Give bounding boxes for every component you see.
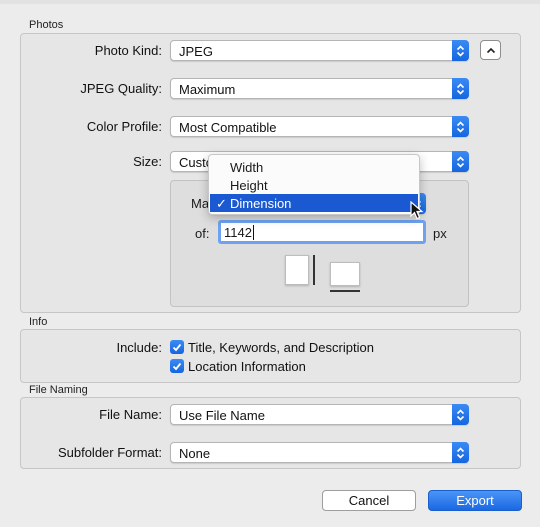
export-button[interactable]: Export (428, 490, 522, 511)
up-down-chevron-icon (452, 151, 469, 172)
mouse-pointer-icon (410, 201, 424, 220)
portrait-orientation-icon[interactable] (285, 255, 309, 285)
landscape-indicator-bar (330, 290, 360, 292)
location-checkbox[interactable] (170, 359, 184, 373)
subfolder-format-popup[interactable]: None (170, 442, 469, 463)
of-label: of: (195, 226, 210, 241)
subfolder-format-label: Subfolder Format: (57, 445, 162, 460)
checkmark-icon: ✓ (216, 196, 227, 211)
color-profile-popup[interactable]: Most Compatible (170, 116, 469, 137)
cancel-button[interactable]: Cancel (322, 490, 416, 511)
unit-label: px (433, 226, 447, 241)
dimension-input[interactable]: 1142 (218, 220, 426, 244)
window-top-edge (0, 0, 540, 4)
landscape-orientation-icon[interactable] (330, 262, 360, 286)
title-keywords-label: Title, Keywords, and Description (188, 340, 374, 355)
location-label: Location Information (188, 359, 306, 374)
title-keywords-checkbox[interactable] (170, 340, 184, 354)
up-down-chevron-icon (452, 40, 469, 61)
text-caret (253, 225, 254, 240)
up-down-chevron-icon (452, 442, 469, 463)
checkmark-icon (172, 362, 182, 370)
photo-kind-label: Photo Kind: (94, 43, 162, 58)
max-label: Ma (191, 196, 210, 211)
menu-item-label: Width (230, 160, 264, 175)
file-name-popup[interactable]: Use File Name (170, 404, 469, 425)
photo-kind-popup[interactable]: JPEG (170, 40, 469, 61)
jpeg-quality-label: JPEG Quality: (80, 81, 162, 96)
checkmark-icon (172, 343, 182, 351)
color-profile-value: Most Compatible (179, 120, 277, 135)
dimension-value: 1142 (224, 225, 252, 240)
jpeg-quality-value: Maximum (179, 82, 236, 97)
file-name-value: Use File Name (179, 408, 265, 423)
file-naming-section-title: File Naming (29, 384, 88, 396)
menu-item-label: Dimension (230, 196, 292, 211)
subfolder-format-value: None (179, 446, 211, 461)
size-label: Size: (133, 154, 162, 169)
menu-item-height[interactable]: Height (210, 176, 418, 194)
up-down-chevron-icon (452, 78, 469, 99)
menu-item-dimension[interactable]: ✓ Dimension (210, 194, 418, 212)
up-down-chevron-icon (452, 404, 469, 425)
chevron-up-icon (486, 47, 495, 53)
include-label: Include: (116, 340, 162, 355)
dimension-menu: Width Height ✓ Dimension (208, 154, 420, 215)
info-section-title: Info (29, 316, 48, 328)
info-group (20, 329, 521, 383)
photo-kind-value: JPEG (179, 44, 213, 59)
up-down-chevron-icon (452, 116, 469, 137)
jpeg-quality-popup[interactable]: Maximum (170, 78, 469, 99)
photos-section-title: Photos (29, 19, 64, 31)
menu-item-label: Height (230, 178, 268, 193)
file-name-label: File Name: (99, 407, 162, 422)
collapse-button[interactable] (480, 40, 501, 60)
menu-item-width[interactable]: Width (210, 158, 418, 176)
color-profile-label: Color Profile: (86, 119, 162, 134)
portrait-indicator-bar (313, 255, 315, 285)
